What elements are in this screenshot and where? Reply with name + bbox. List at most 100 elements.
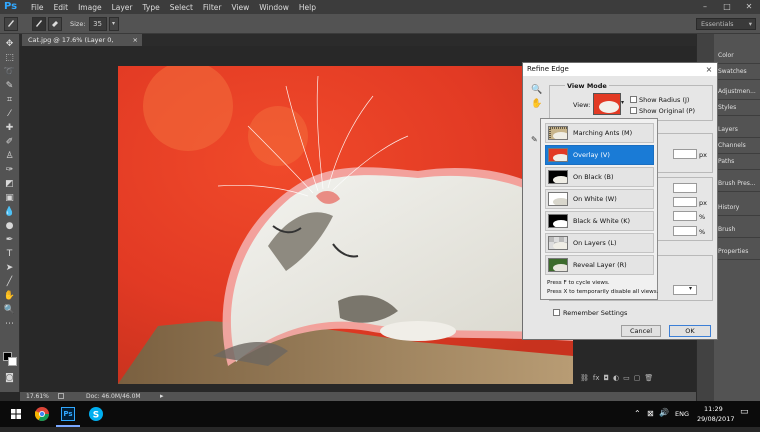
marquee-tool-icon[interactable]: ⬚ [3,52,16,64]
size-dropdown-arrow[interactable]: ▾ [108,16,119,31]
group-folder-icon[interactable]: ▭ [623,374,630,386]
delete-layer-icon[interactable]: 🗑 [644,374,653,386]
view-option-on-layers[interactable]: On Layers (L) [545,233,654,253]
pen-tool-icon[interactable]: ✒ [3,234,16,246]
output-to-select[interactable] [673,285,697,295]
crop-tool-icon[interactable]: ⌗ [3,94,16,106]
menu-layer[interactable]: Layer [112,3,133,12]
output-dropdown-arrow-icon[interactable]: ▾ [689,285,692,292]
remember-settings-checkbox[interactable] [553,309,560,316]
layer-mask-icon[interactable]: ◘ [604,374,610,386]
show-radius-checkbox[interactable] [630,96,637,103]
panel-adjustments[interactable]: Adjustmen... [714,84,760,100]
view-option-marching-ants[interactable]: Marching Ants (M) [545,123,654,143]
new-layer-icon[interactable]: ▢ [634,374,641,386]
quick-selection-tool-icon[interactable]: ✎ [3,80,16,92]
dodge-tool-icon[interactable]: ● [3,220,16,232]
language-indicator[interactable]: ENG [675,410,689,418]
size-input[interactable]: 35 [88,16,107,31]
adjustment-layer-icon[interactable]: ◐ [613,374,619,386]
move-tool-icon[interactable]: ✥ [3,38,16,50]
more-tools-icon[interactable]: ⋯ [3,318,16,330]
blur-tool-icon[interactable]: 💧 [3,206,16,218]
panel-properties[interactable]: Properties [714,244,760,260]
path-selection-tool-icon[interactable]: ➤ [3,262,16,274]
skype-taskbar-button[interactable]: S [84,401,108,427]
menu-image[interactable]: Image [78,3,102,12]
zoom-icon[interactable]: 🔍 [531,85,542,95]
clock-date[interactable]: 29/08/2017 [697,415,734,423]
layer-style-icon[interactable]: fx [593,374,600,386]
type-tool-icon[interactable]: T [3,248,16,260]
panel-brush[interactable]: Brush [714,222,760,238]
background-color-swatch[interactable] [8,357,17,366]
status-export-icon[interactable] [58,393,64,399]
menu-filter[interactable]: Filter [203,3,222,12]
tab-close-icon[interactable]: × [133,34,138,46]
menu-select[interactable]: Select [170,3,193,12]
view-option-on-white[interactable]: On White (W) [545,189,654,209]
tool-preset-picker[interactable] [4,16,18,31]
brush-mode-button[interactable] [32,16,46,31]
radius-field[interactable] [673,149,697,159]
show-original-checkbox[interactable] [630,107,637,114]
brush-tool-icon[interactable]: ✐ [3,136,16,148]
cat-photo-canvas[interactable] [118,66,573,384]
view-option-on-black[interactable]: On Black (B) [545,167,654,187]
workspace-switcher[interactable]: Essentials ▾ [696,18,756,30]
hand-tool-icon[interactable]: ✋ [3,290,16,302]
cancel-button[interactable]: Cancel [621,325,661,337]
panel-paths[interactable]: Paths [714,154,760,170]
panel-swatches[interactable]: Swatches [714,64,760,80]
healing-brush-tool-icon[interactable]: ✚ [3,122,16,134]
dialog-close-icon[interactable]: × [704,63,714,76]
history-brush-tool-icon[interactable]: ✑ [3,164,16,176]
smooth-field[interactable] [673,183,697,193]
shape-tool-icon[interactable]: ╱ [3,276,16,288]
menu-edit[interactable]: Edit [54,3,69,12]
panel-brush-presets[interactable]: Brush Pres... [714,176,760,192]
refine-radius-tool-icon[interactable]: ✎ [531,135,539,145]
start-button[interactable] [4,401,28,427]
close-window-button[interactable]: ✕ [738,0,760,14]
zoom-tool-icon[interactable]: 🔍 [3,304,16,316]
notifications-icon[interactable]: ▭ [740,407,749,417]
menu-window[interactable]: Window [259,3,289,12]
feather-field[interactable] [673,197,697,207]
network-icon[interactable]: ⊠ [647,409,654,418]
brush-subtract-button[interactable] [48,16,62,31]
document-tab[interactable]: Cat.jpg @ 17.6% (Layer 0, RGB/8#) * × [22,34,142,56]
menu-view[interactable]: View [231,3,249,12]
show-hidden-icons-icon[interactable]: ⌃ [634,409,641,418]
panel-styles[interactable]: Styles [714,100,760,116]
panel-history[interactable]: History [714,200,760,216]
eyedropper-tool-icon[interactable]: ⁄ [3,108,16,120]
link-layers-icon[interactable]: ⛓ [580,374,589,386]
maximize-button[interactable]: □ [716,0,738,14]
chrome-taskbar-button[interactable] [30,401,54,427]
hand-icon[interactable]: ✋ [531,99,542,109]
eraser-tool-icon[interactable]: ◩ [3,178,16,190]
volume-icon[interactable]: 🔊 [659,408,669,417]
panel-color[interactable]: Color [714,48,760,64]
minimize-button[interactable]: – [694,0,716,14]
quick-mask-icon[interactable]: ◙ [3,372,16,384]
photoshop-taskbar-button[interactable]: Ps [56,401,80,427]
view-dropdown-arrow-icon[interactable]: ▾ [621,99,624,106]
status-menu-arrow-icon[interactable]: ▸ [160,392,164,401]
shift-edge-field[interactable] [673,226,697,236]
zoom-level[interactable]: 17.61% [26,392,49,401]
menu-type[interactable]: Type [143,3,160,12]
menu-file[interactable]: File [31,3,44,12]
view-option-black-and-white[interactable]: Black & White (K) [545,211,654,231]
lasso-tool-icon[interactable]: ➰ [3,66,16,78]
panel-layers[interactable]: Layers [714,122,760,138]
view-option-overlay[interactable]: Overlay (V) [545,145,654,165]
contrast-field[interactable] [673,211,697,221]
clone-stamp-tool-icon[interactable]: ♙ [3,150,16,162]
panel-channels[interactable]: Channels [714,138,760,154]
gradient-tool-icon[interactable]: ▣ [3,192,16,204]
view-option-reveal-layer[interactable]: Reveal Layer (R) [545,255,654,275]
menu-help[interactable]: Help [299,3,316,12]
view-mode-picker[interactable] [593,93,621,115]
